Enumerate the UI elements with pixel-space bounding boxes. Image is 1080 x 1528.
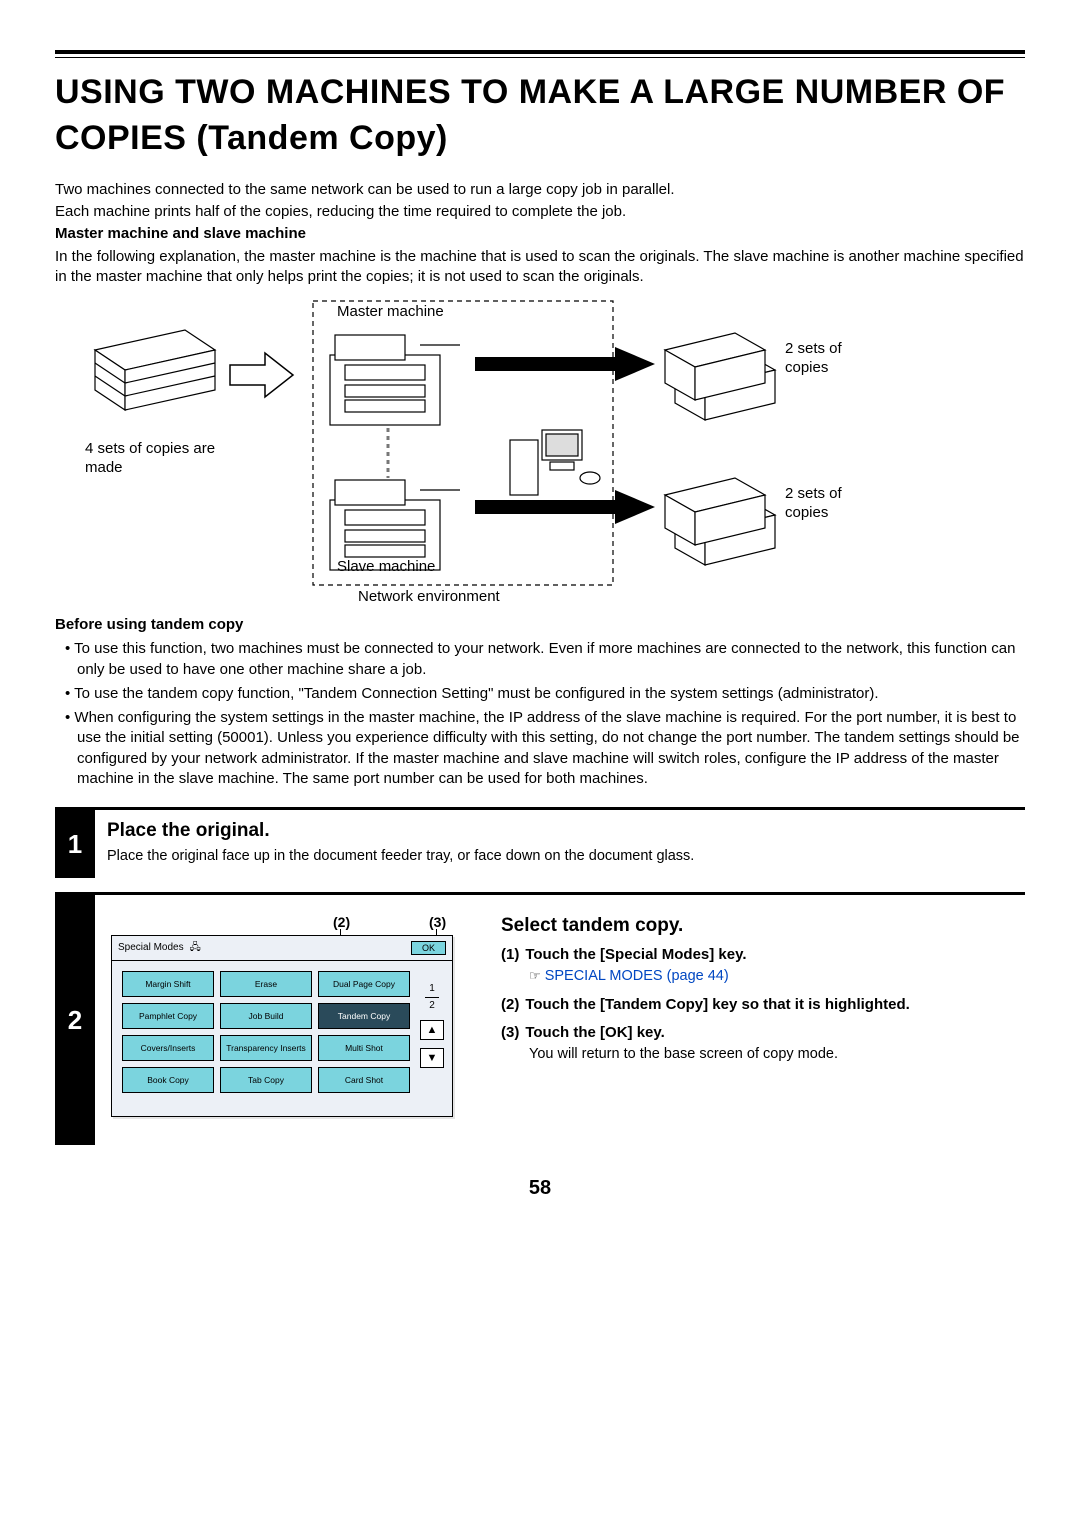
substep-2: (2) Touch the [Tandem Copy] key so that … — [501, 995, 1021, 1015]
ss2-head: Touch the [Tandem Copy] key so that it i… — [525, 995, 909, 1015]
slave-label: Slave machine — [337, 558, 435, 577]
marker-2: (2) — [333, 913, 350, 932]
network-label: Network environment — [358, 588, 500, 607]
before-bullets: To use this function, two machines must … — [55, 639, 1025, 789]
step-1-text: Place the original face up in the docume… — [107, 847, 1021, 867]
panel-header: Special Modes — [118, 941, 184, 955]
btn-erase[interactable]: Erase — [220, 971, 312, 997]
step-1-title: Place the original. — [107, 818, 1021, 844]
tandem-diagram: 4 sets of copies are made Master machine… — [55, 295, 1025, 605]
left-caption: 4 sets of copies are made — [85, 440, 245, 478]
bullet-2: To use the tandem copy function, "Tandem… — [77, 684, 1025, 704]
master-label: Master machine — [337, 303, 444, 322]
before-heading: Before using tandem copy — [55, 615, 1025, 635]
btn-covers-inserts[interactable]: Covers/Inserts — [122, 1035, 214, 1061]
step-1-number: 1 — [55, 810, 95, 878]
substep-3: (3) Touch the [OK] key. You will return … — [501, 1023, 1021, 1065]
ss1-num: (1) — [501, 945, 519, 965]
step-2-number: 2 — [55, 895, 95, 1145]
marker-3: (3) — [429, 913, 446, 932]
btn-transparency-inserts[interactable]: Transparency Inserts — [220, 1035, 312, 1061]
btn-margin-shift[interactable]: Margin Shift — [122, 971, 214, 997]
btn-multi-shot[interactable]: Multi Shot — [318, 1035, 410, 1061]
bullet-1: To use this function, two machines must … — [77, 639, 1025, 680]
ss3-head: Touch the [OK] key. — [525, 1023, 664, 1043]
ss2-num: (2) — [501, 995, 519, 1015]
step-2: 2 (2) (3) Special Modes 🖧 OK Margin Shif… — [55, 895, 1025, 1145]
double-rule — [55, 50, 1025, 58]
master-slave-text: In the following explanation, the master… — [55, 247, 1025, 288]
step-2-title: Select tandem copy. — [501, 913, 1021, 939]
right-caption-top: 2 sets of copies — [785, 340, 865, 378]
ok-button[interactable]: OK — [411, 941, 446, 955]
intro-block: Two machines connected to the same netwo… — [55, 180, 1025, 287]
btn-tab-copy[interactable]: Tab Copy — [220, 1067, 312, 1093]
btn-pamphlet-copy[interactable]: Pamphlet Copy — [122, 1003, 214, 1029]
btn-card-shot[interactable]: Card Shot — [318, 1067, 410, 1093]
intro-line-1: Two machines connected to the same netwo… — [55, 180, 1025, 200]
page-title: USING TWO MACHINES TO MAKE A LARGE NUMBE… — [55, 70, 1025, 162]
substep-1: (1) Touch the [Special Modes] key. ☞ SPE… — [501, 945, 1021, 987]
scroll-down-button[interactable]: ▼ — [420, 1048, 444, 1068]
scroll-up-button[interactable]: ▲ — [420, 1020, 444, 1040]
special-modes-link[interactable]: SPECIAL MODES (page 44) — [545, 968, 729, 984]
master-slave-heading: Master machine and slave machine — [55, 224, 1025, 244]
page-indicator: 1 2 — [425, 982, 439, 1012]
btn-job-build[interactable]: Job Build — [220, 1003, 312, 1029]
btn-dual-page-copy[interactable]: Dual Page Copy — [318, 971, 410, 997]
ss3-text: You will return to the base screen of co… — [529, 1045, 1021, 1065]
btn-tandem-copy[interactable]: Tandem Copy — [318, 1003, 410, 1029]
special-modes-panel: Special Modes 🖧 OK Margin Shift Erase Du… — [111, 935, 453, 1117]
page-number: 58 — [55, 1175, 1025, 1202]
ss1-head: Touch the [Special Modes] key. — [525, 945, 746, 965]
btn-book-copy[interactable]: Book Copy — [122, 1067, 214, 1093]
step-1: 1 Place the original. Place the original… — [55, 810, 1025, 878]
page-indicator-top: 1 — [429, 983, 435, 994]
page-indicator-bottom: 2 — [429, 1000, 435, 1011]
panel-network-icon: 🖧 — [190, 941, 201, 955]
bullet-3: When configuring the system settings in … — [77, 708, 1025, 789]
right-caption-bottom: 2 sets of copies — [785, 485, 865, 523]
ss3-num: (3) — [501, 1023, 519, 1043]
intro-line-2: Each machine prints half of the copies, … — [55, 202, 1025, 222]
pointing-hand-icon: ☞ — [529, 968, 541, 983]
